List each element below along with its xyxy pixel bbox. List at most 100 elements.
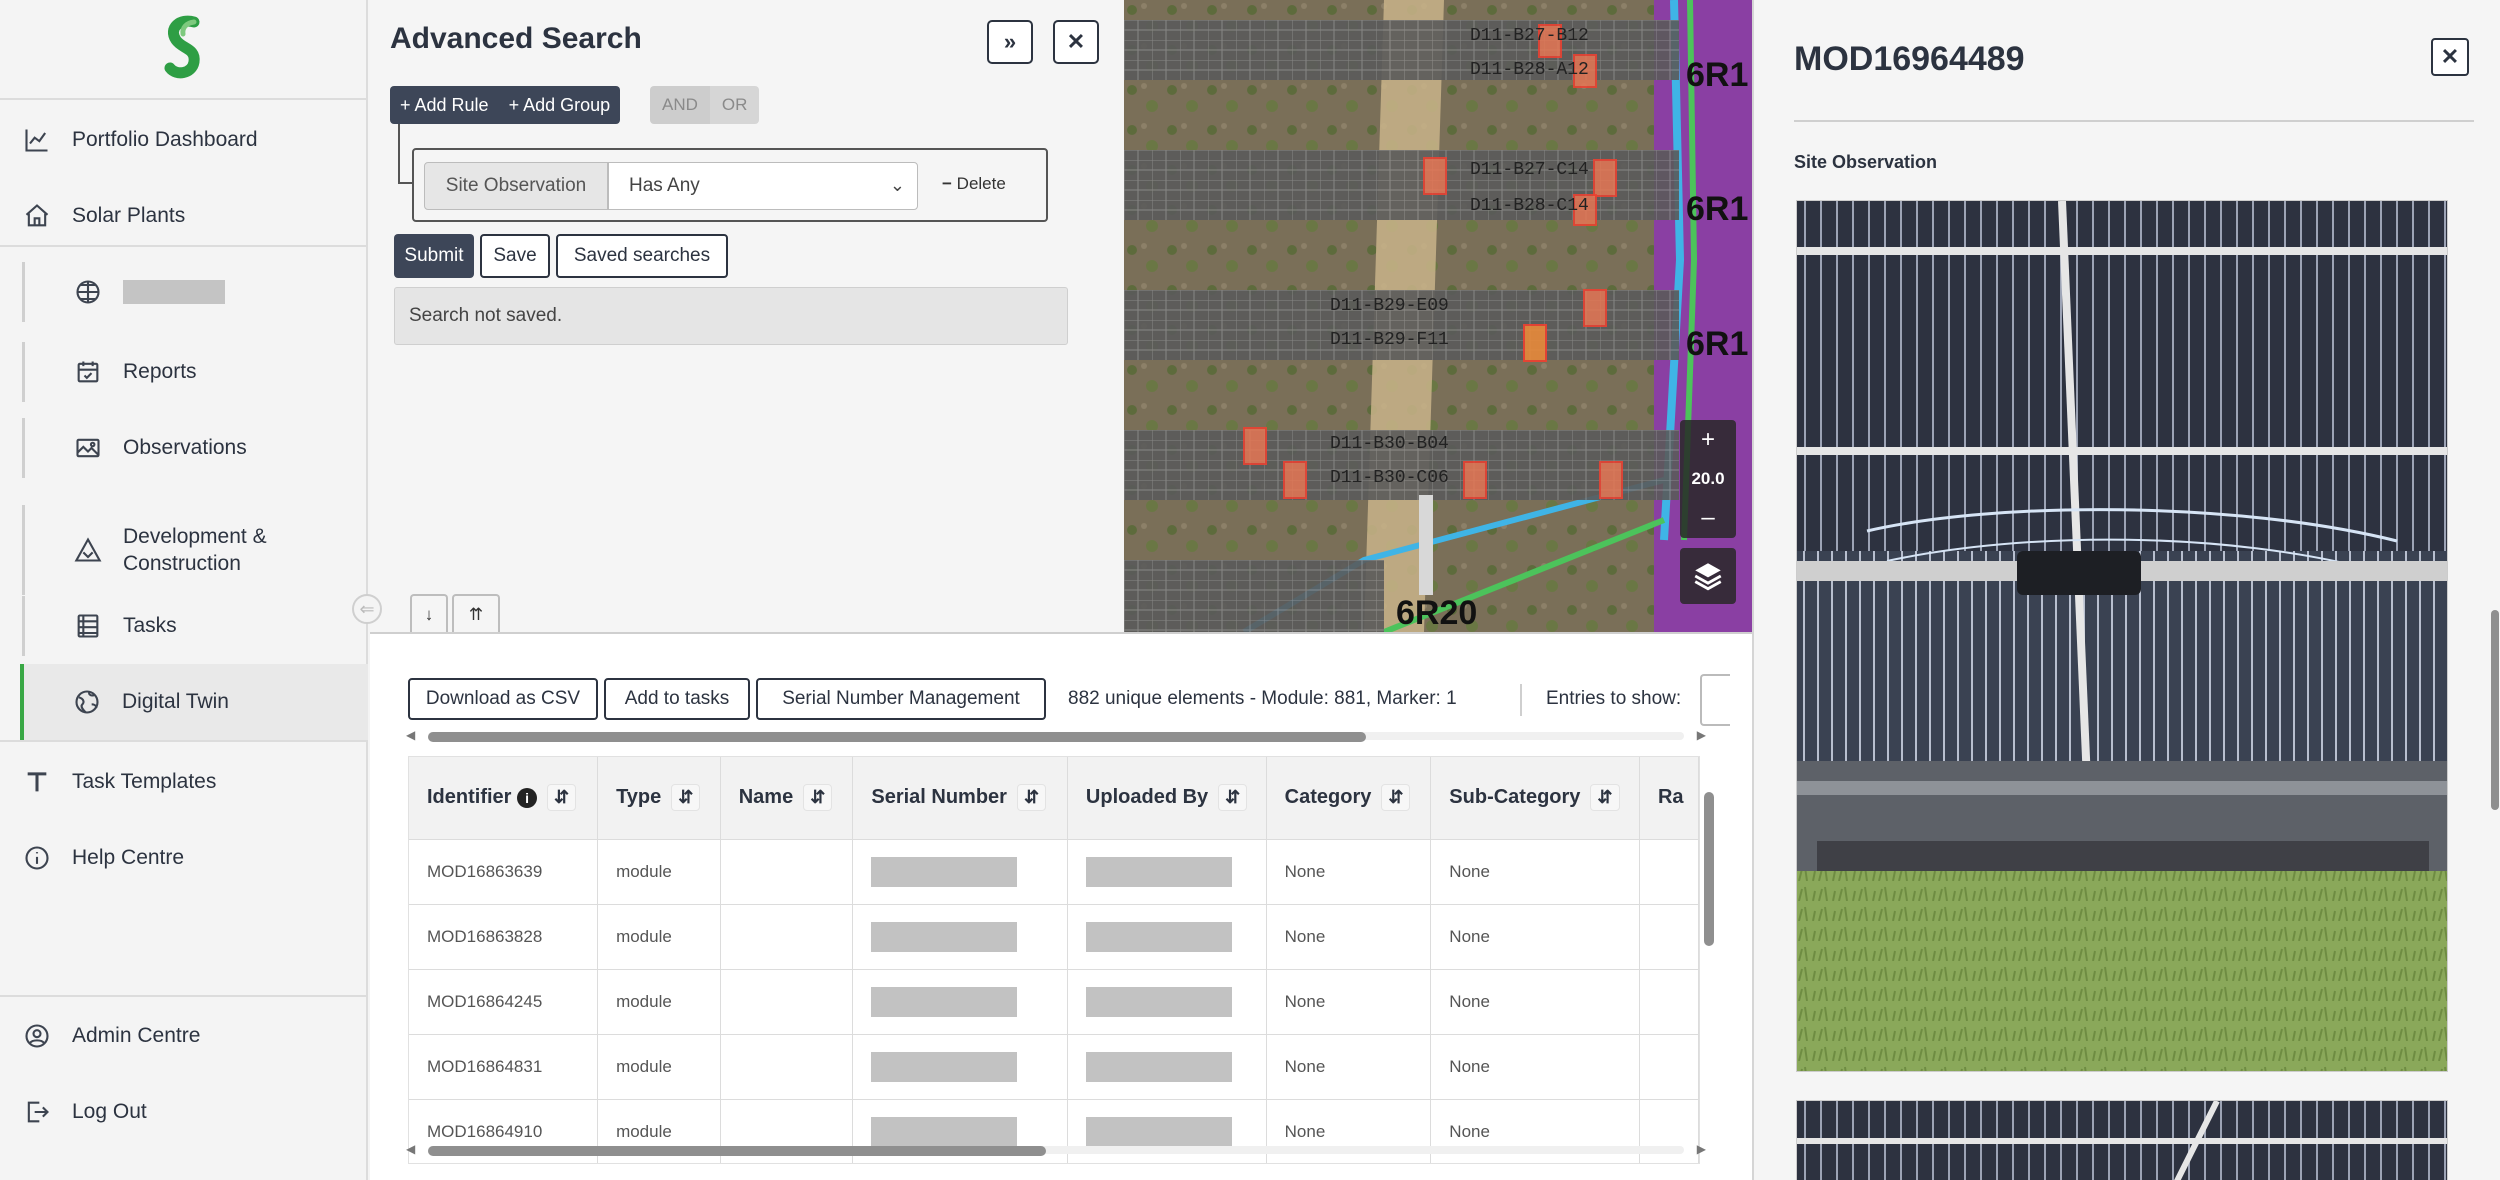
table-cell: MOD16864831 [409,1034,599,1100]
tab-scroll-top[interactable]: ⇈ [452,594,500,634]
and-button[interactable]: AND [650,86,710,124]
sidebar-item-reports[interactable]: Reports [22,342,368,402]
column-header-sub-category[interactable]: Sub-Category ⇵ [1430,757,1640,840]
sidebar-item-label: Help Centre [72,846,185,869]
sidebar-item-tasks[interactable]: Tasks [22,596,368,656]
expand-button[interactable]: » [987,20,1033,64]
submit-button[interactable]: Submit [394,234,474,278]
table-cell: None [1266,904,1432,970]
sidebar-item-task-templates[interactable]: Task Templates [0,752,368,812]
sidebar-item-label: Task Templates [72,770,217,793]
sidebar-item-digital-twin[interactable]: Digital Twin [20,664,368,740]
detail-panel: MOD16964489 ✕ Site Observation [1752,0,2500,1180]
sidebar-item-help-centre[interactable]: Help Centre [0,828,368,888]
column-header-serial-number[interactable]: Serial Number ⇵ [852,757,1068,840]
sidebar-item-observations[interactable]: Observations [22,418,368,478]
sort-icon[interactable]: ⇵ [1590,784,1620,812]
rule-operator-select[interactable]: Has Any ⌄ [608,162,918,210]
tab-scroll-down[interactable]: ↓ [410,594,448,634]
divider [0,98,368,100]
entries-select[interactable] [1700,674,1730,726]
sidebar-item-admin-centre[interactable]: Admin Centre [0,1006,368,1066]
column-label: Category [1284,786,1372,809]
download-csv-button[interactable]: Download as CSV [408,678,598,720]
sort-icon[interactable]: ⇵ [1381,784,1411,812]
save-button[interactable]: Save [480,234,550,278]
redacted-value [871,856,1018,887]
column-header-identifier[interactable]: Identifier i ⇵ [409,757,599,840]
horizontal-scrollbar-bottom[interactable]: ◀ ▶ [406,1142,1706,1156]
sidebar-item-portfolio-dashboard[interactable]: Portfolio Dashboard [0,110,368,170]
table-row[interactable]: MOD16864831 module None None [409,1034,1699,1100]
sort-icon[interactable]: ⇵ [671,784,701,812]
column-label: Name [738,786,794,809]
sidebar: Portfolio Dashboard Solar Plants Reports… [0,0,368,1180]
horizontal-scrollbar[interactable]: ◀ ▶ [406,728,1706,742]
table-cell: None [1430,839,1640,905]
map-view[interactable]: D11-B27-B12 D11-B28-A12 D11-B27-C14 D11-… [1124,0,1752,632]
serial-number-management-button[interactable]: Serial Number Management [756,678,1046,720]
table-cell: None [1266,1034,1432,1100]
table-cell [1067,839,1267,905]
sort-icon[interactable]: ⇵ [1218,784,1248,812]
vertical-scrollbar[interactable] [2490,140,2500,1180]
scroll-thumb[interactable] [1704,792,1714,946]
sort-icon[interactable]: ⇵ [1016,784,1047,812]
info-icon: i [517,788,538,809]
column-header-type[interactable]: Type ⇵ [597,757,721,840]
redacted-value [1085,856,1232,887]
sidebar-item-solar-plants[interactable]: Solar Plants [0,186,368,246]
table-row[interactable]: MOD16863828 module None None [409,904,1699,970]
table-cell: None [1430,1034,1640,1100]
table-cell [720,969,854,1035]
sidebar-item-label: Observations [123,436,247,459]
table-row[interactable]: MOD16863639 module None None [409,839,1699,905]
observation-photo[interactable] [1796,1100,2448,1180]
add-group-button[interactable]: + Add Group [499,95,621,116]
zoom-in-button[interactable]: + [1701,426,1715,454]
observation-photo[interactable] [1796,200,2448,1072]
table-cell [852,969,1068,1035]
table-cell: MOD16863828 [409,904,599,970]
add-to-tasks-button[interactable]: Add to tasks [604,678,750,720]
column-header-uploaded-by[interactable]: Uploaded By ⇵ [1067,757,1267,840]
sidebar-item-plant[interactable] [22,262,368,322]
scroll-thumb[interactable] [2491,610,2499,810]
column-header-truncated[interactable]: Ra [1639,757,1699,840]
close-detail-button[interactable]: ✕ [2431,38,2469,76]
results-area: Download as CSV Add to tasks Serial Numb… [370,632,1752,1180]
row-label: 6R1 [1686,325,1749,363]
sidebar-item-log-out[interactable]: Log Out [0,1082,368,1142]
row-label: 6R1 [1686,190,1749,228]
sidebar-item-label: Development & Construction [123,525,267,575]
table-cell [1639,904,1699,970]
saved-searches-button[interactable]: Saved searches [556,234,728,278]
entries-label: Entries to show: [1546,688,1682,709]
column-label: Type [616,786,662,809]
column-header-category[interactable]: Category ⇵ [1266,757,1432,840]
zoom-out-button[interactable]: – [1701,504,1714,532]
close-search-button[interactable]: ✕ [1053,20,1099,64]
redacted-value [871,986,1018,1017]
app-logo[interactable] [150,14,220,84]
column-header-name[interactable]: Name ⇵ [720,757,854,840]
or-button[interactable]: OR [709,86,760,124]
scroll-right-icon: ▶ [1696,728,1706,742]
scroll-thumb[interactable] [428,732,1366,742]
sidebar-item-development-construction[interactable]: Development & Construction [22,505,368,595]
map-label: D11-B28-A12 [1470,60,1589,80]
chart-line-icon [22,125,52,155]
table-cell [1067,1034,1267,1100]
table-row[interactable]: MOD16864245 module None None [409,969,1699,1035]
sort-icon[interactable]: ⇵ [547,784,577,812]
collapse-sidebar-button[interactable]: ⇐ [352,594,382,624]
add-rule-button[interactable]: + Add Rule [390,95,499,116]
layers-button[interactable] [1680,548,1736,604]
scroll-thumb[interactable] [428,1146,1046,1156]
row-label: 6R1 [1686,56,1749,94]
table-cell: MOD16864245 [409,969,599,1035]
table-cell: None [1266,839,1432,905]
sort-icon[interactable]: ⇵ [803,784,833,812]
delete-rule-button[interactable]: − Delete [942,174,1006,194]
vertical-scrollbar[interactable] [1700,784,1716,1164]
